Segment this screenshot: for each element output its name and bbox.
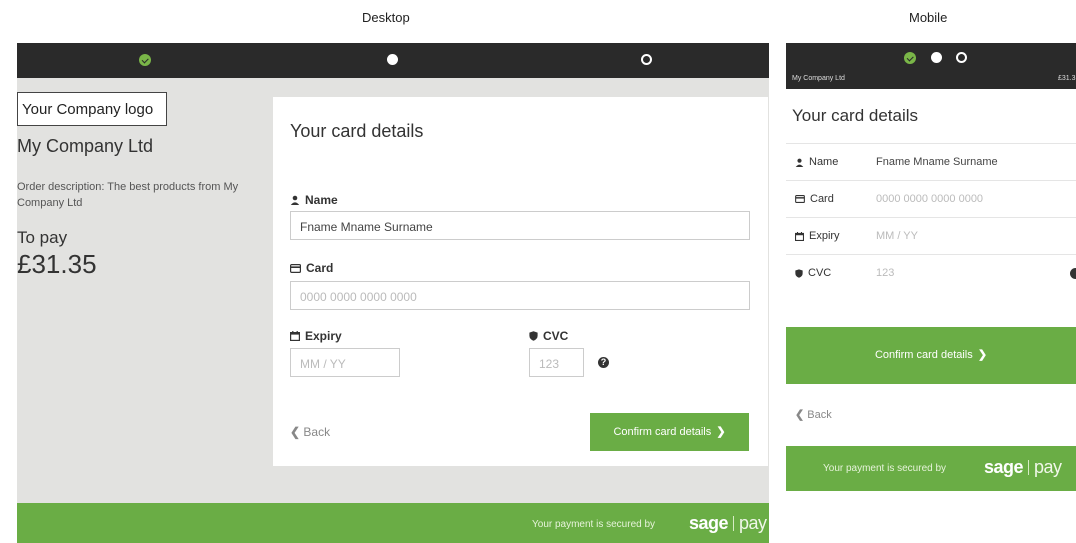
secure-payment-footer: Your payment is secured by sage pay [17,503,769,543]
chevron-left-icon: ❮ [290,425,301,439]
expiry-input[interactable]: MM / YY [290,348,400,377]
expiry-label-text: Expiry [305,329,342,343]
calendar-icon [795,231,804,241]
cvc-field-label: CVC [529,329,568,343]
question-mark-help-icon[interactable] [1070,268,1076,279]
mobile-amount: £31.3 [1058,75,1076,82]
mobile-card-input[interactable]: 0000 0000 0000 0000 [876,193,983,205]
mobile-step-progress-bar: My Company Ltd £31.3 [786,43,1076,89]
sage-pay-logo: sage pay [984,457,1062,477]
form-title: Your card details [290,121,424,141]
card-field-label: Card [290,261,333,275]
credit-card-icon [795,195,805,203]
mobile-form-title: Your card details [792,106,919,125]
user-icon [290,195,300,205]
step-pending-icon [641,54,652,65]
shield-icon [795,268,803,278]
mobile-confirm-label: Confirm card details [874,349,973,361]
expiry-field-label: Expiry [290,329,342,343]
mobile-back-link[interactable]: ❮ Back [795,408,832,421]
step-progress-bar [17,43,769,78]
mobile-card-row[interactable]: Card 0000 0000 0000 0000 [786,180,1076,217]
mobile-expiry-row[interactable]: Expiry MM / YY [786,217,1076,254]
mobile-expiry-input[interactable]: MM / YY [876,230,918,242]
name-input[interactable]: Fname Mname Surname [290,211,750,240]
calendar-icon [290,331,300,341]
step-current-icon [387,54,398,65]
mobile-secure-payment-footer: Your payment is secured by sage pay [786,446,1076,491]
mobile-card-label: Card [810,193,834,205]
step-current-icon [931,52,942,63]
desktop-preview: Your Company logo My Company Ltd Order d… [17,43,769,543]
back-label: Back [303,425,331,439]
secured-by-text: Your payment is secured by [532,519,656,530]
amount-due: £31.35 [17,249,97,279]
chevron-right-icon: ❯ [716,426,726,438]
cvc-input[interactable]: 123 [529,348,584,377]
mobile-back-label: Back [807,409,832,421]
mobile-cvc-row[interactable]: CVC 123 [786,254,1076,291]
name-label-text: Name [305,193,338,207]
shield-icon [529,331,538,341]
mobile-cvc-label: CVC [808,267,832,279]
mobile-heading: Mobile [909,10,948,25]
company-name: My Company Ltd [17,136,154,156]
confirm-card-details-button[interactable]: Confirm card details ❯ [590,413,749,451]
to-pay-label: To pay [17,228,68,247]
card-number-input[interactable]: 0000 0000 0000 0000 [290,281,750,310]
mobile-name-row[interactable]: Name Fname Mname Surname [786,143,1076,180]
confirm-button-label: Confirm card details [613,426,712,438]
mobile-cvc-input[interactable]: 123 [876,267,894,279]
card-details-form: Your card details Name Fname Mname Surna… [273,97,768,466]
mobile-expiry-label: Expiry [809,230,840,242]
chevron-right-icon: ❯ [977,349,988,361]
credit-card-icon [290,263,301,273]
step-complete-icon [139,54,151,66]
cvc-label-text: CVC [543,329,569,343]
mobile-name-label: Name [809,156,839,168]
mobile-preview: My Company Ltd £31.3 Your card details N… [786,43,1076,491]
chevron-left-icon: ❮ [795,409,805,421]
desktop-heading: Desktop [362,10,410,25]
order-description: Order description: The best products fro… [17,181,239,209]
mobile-company-name: My Company Ltd [792,75,845,82]
question-mark-help-icon[interactable]: ? [598,357,609,368]
back-link[interactable]: ❮ Back [290,425,330,439]
name-field-label: Name [290,193,338,207]
step-complete-icon [904,52,916,64]
step-pending-icon [956,52,967,63]
company-logo-placeholder: Your Company logo [17,92,167,126]
mobile-confirm-button[interactable]: Confirm card details ❯ [786,327,1076,384]
mobile-name-input[interactable]: Fname Mname Surname [876,156,998,168]
user-icon [795,158,804,167]
card-label-text: Card [306,261,334,275]
mobile-secured-by-text: Your payment is secured by [823,463,947,474]
sage-pay-logo: sage pay [689,513,767,533]
